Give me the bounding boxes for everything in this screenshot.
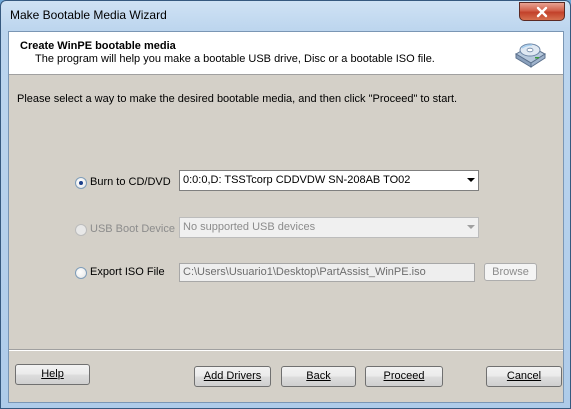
chevron-down-icon bbox=[467, 178, 475, 182]
help-button-label: Help bbox=[41, 368, 64, 380]
iso-path-field[interactable]: C:\Users\Usuario1\Desktop\PartAssist_Win… bbox=[179, 263, 475, 282]
wizard-header: Create WinPE bootable media The program … bbox=[9, 32, 563, 75]
add-drivers-label: Add Drivers bbox=[203, 370, 262, 382]
burn-cd-radio[interactable] bbox=[75, 177, 87, 189]
radio-selected-dot bbox=[79, 181, 83, 185]
header-title: Create WinPE bootable media bbox=[20, 40, 176, 52]
cancel-button-label: Cancel bbox=[506, 370, 542, 382]
wizard-window: Make Bootable Media Wizard Create WinPE … bbox=[0, 0, 571, 409]
cd-drive-select[interactable]: 0:0:0,D: TSSTcorp CDDVDW SN-208AB TO02 bbox=[179, 170, 479, 191]
window-title: Make Bootable Media Wizard bbox=[10, 8, 167, 22]
back-button[interactable]: Back bbox=[281, 366, 356, 387]
disc-drive-icon bbox=[515, 43, 546, 68]
proceed-button[interactable]: Proceed bbox=[365, 366, 443, 387]
title-bar[interactable]: Make Bootable Media Wizard bbox=[1, 1, 570, 31]
close-button[interactable] bbox=[519, 2, 565, 21]
close-icon bbox=[536, 6, 548, 17]
usb-device-value: No supported USB devices bbox=[183, 221, 316, 233]
usb-device-select[interactable]: No supported USB devices bbox=[179, 217, 479, 238]
footer-divider bbox=[9, 349, 563, 351]
usb-radio[interactable] bbox=[75, 224, 87, 236]
burn-cd-label[interactable]: Burn to CD/DVD bbox=[90, 176, 171, 188]
wizard-body: Create WinPE bootable media The program … bbox=[8, 31, 564, 403]
export-iso-radio[interactable] bbox=[75, 267, 87, 279]
export-iso-label[interactable]: Export ISO File bbox=[90, 266, 165, 278]
proceed-button-label: Proceed bbox=[383, 370, 425, 382]
add-drivers-button[interactable]: Add Drivers bbox=[194, 366, 271, 387]
browse-button[interactable]: Browse bbox=[484, 263, 537, 281]
back-button-label: Back bbox=[306, 370, 331, 382]
usb-label: USB Boot Device bbox=[90, 223, 175, 235]
cd-drive-value: 0:0:0,D: TSSTcorp CDDVDW SN-208AB TO02 bbox=[183, 174, 411, 186]
chevron-down-icon bbox=[467, 225, 475, 229]
cancel-button[interactable]: Cancel bbox=[486, 366, 562, 387]
instruction-text: Please select a way to make the desired … bbox=[17, 93, 458, 105]
help-button[interactable]: Help bbox=[15, 364, 90, 385]
header-subtitle: The program will help you make a bootabl… bbox=[35, 53, 435, 65]
